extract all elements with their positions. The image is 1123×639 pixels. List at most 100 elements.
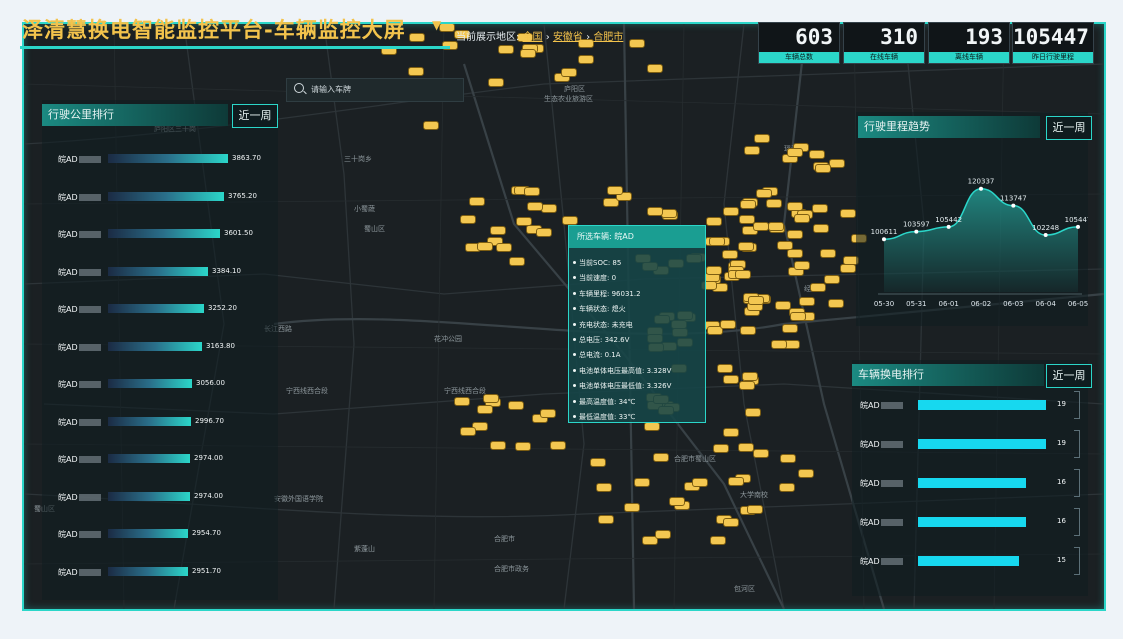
vehicle-marker-icon[interactable] (777, 241, 793, 250)
vehicle-marker-icon[interactable] (653, 453, 669, 462)
vehicle-marker-icon[interactable] (598, 515, 614, 524)
plate-search-input[interactable]: 请输入车牌 (286, 78, 464, 102)
vehicle-marker-icon[interactable] (439, 24, 455, 32)
ranking-bar[interactable] (108, 229, 220, 238)
ranking-bar[interactable] (108, 191, 224, 201)
ranking-bar[interactable] (108, 379, 192, 388)
ranking-bar[interactable] (108, 341, 202, 351)
trend-point[interactable] (1076, 224, 1080, 229)
breadcrumb-province[interactable]: 安徽省 (553, 32, 583, 43)
vehicle-marker-icon[interactable] (706, 266, 722, 275)
vehicle-marker-icon[interactable] (810, 283, 826, 292)
ranking-bar[interactable] (108, 304, 204, 313)
ranking-bar[interactable] (108, 266, 208, 276)
vehicle-marker-icon[interactable] (590, 458, 606, 467)
vehicle-marker-icon[interactable] (740, 200, 756, 209)
breadcrumb-city[interactable]: 合肥市 (593, 32, 623, 43)
trend-point[interactable] (914, 229, 919, 234)
vehicle-marker-icon[interactable] (541, 204, 557, 213)
vehicle-marker-icon[interactable] (490, 441, 506, 450)
vehicle-marker-icon[interactable] (815, 164, 831, 173)
swap-bar[interactable] (918, 439, 1046, 449)
vehicle-marker-icon[interactable] (780, 454, 796, 463)
vehicle-marker-icon[interactable] (747, 505, 763, 514)
vehicle-marker-icon[interactable] (723, 428, 739, 437)
vehicle-marker-icon[interactable] (723, 207, 739, 216)
vehicle-marker-icon[interactable] (509, 257, 525, 266)
trend-point[interactable] (979, 186, 983, 191)
vehicle-marker-icon[interactable] (739, 381, 755, 390)
vehicle-marker-icon[interactable] (740, 326, 756, 335)
vehicle-marker-icon[interactable] (477, 405, 493, 414)
vehicle-marker-icon[interactable] (661, 209, 677, 218)
vehicle-marker-icon[interactable] (508, 401, 524, 410)
vehicle-marker-icon[interactable] (779, 483, 795, 492)
vehicle-marker-icon[interactable] (655, 530, 671, 539)
ranking-bar[interactable] (108, 154, 228, 163)
vehicle-marker-icon[interactable] (840, 209, 856, 218)
trend-point[interactable] (946, 224, 951, 229)
vehicle-marker-icon[interactable] (745, 408, 761, 417)
vehicle-marker-icon[interactable] (496, 243, 512, 252)
vehicle-marker-icon[interactable] (562, 216, 578, 225)
vehicle-marker-icon[interactable] (738, 242, 754, 251)
breadcrumb-national[interactable]: 全国 (523, 32, 543, 43)
vehicle-marker-icon[interactable] (812, 204, 828, 213)
vehicle-marker-icon[interactable] (840, 264, 856, 273)
vehicle-marker-icon[interactable] (748, 296, 764, 305)
vehicle-marker-icon[interactable] (753, 222, 769, 231)
swap-bar[interactable] (918, 517, 1026, 527)
vehicle-marker-icon[interactable] (787, 249, 803, 258)
vehicle-marker-icon[interactable] (794, 261, 810, 270)
vehicle-marker-icon[interactable] (527, 202, 543, 211)
trend-point[interactable] (1011, 203, 1016, 208)
vehicle-marker-icon[interactable] (607, 186, 623, 195)
vehicle-marker-icon[interactable] (798, 469, 814, 478)
vehicle-marker-icon[interactable] (536, 228, 552, 237)
vehicle-marker-icon[interactable] (647, 207, 663, 216)
caret-down-icon[interactable]: ▼ (432, 18, 441, 32)
vehicle-marker-icon[interactable] (469, 197, 485, 206)
vehicle-marker-icon[interactable] (488, 78, 504, 87)
ranking-bar[interactable] (108, 529, 188, 538)
vehicle-marker-icon[interactable] (460, 427, 476, 436)
vehicle-marker-icon[interactable] (766, 199, 782, 208)
vehicle-marker-icon[interactable] (709, 237, 725, 246)
vehicle-marker-icon[interactable] (790, 312, 806, 321)
vehicle-marker-icon[interactable] (524, 187, 540, 196)
vehicle-marker-icon[interactable] (771, 340, 787, 349)
vehicle-marker-icon[interactable] (409, 33, 425, 42)
vehicle-marker-icon[interactable] (454, 397, 470, 406)
vehicle-marker-icon[interactable] (813, 224, 829, 233)
vehicle-marker-icon[interactable] (723, 518, 739, 527)
vehicle-marker-icon[interactable] (754, 134, 770, 143)
vehicle-marker-icon[interactable] (738, 443, 754, 452)
vehicle-marker-icon[interactable] (644, 422, 660, 431)
vehicle-marker-icon[interactable] (629, 39, 645, 48)
vehicle-marker-icon[interactable] (578, 55, 594, 64)
swap-bar[interactable] (918, 478, 1026, 488)
vehicle-marker-icon[interactable] (483, 394, 499, 403)
vehicle-marker-icon[interactable] (710, 536, 726, 545)
vehicle-marker-icon[interactable] (498, 45, 514, 54)
vehicle-marker-icon[interactable] (550, 441, 566, 450)
vehicle-marker-icon[interactable] (596, 483, 612, 492)
vehicle-marker-icon[interactable] (477, 242, 493, 251)
vehicle-marker-icon[interactable] (756, 189, 772, 198)
swap-bar[interactable] (918, 556, 1019, 566)
vehicle-marker-icon[interactable] (408, 67, 424, 76)
vehicle-marker-icon[interactable] (717, 364, 733, 373)
ranking-bar[interactable] (108, 491, 190, 501)
vehicle-marker-icon[interactable] (722, 250, 738, 259)
vehicle-marker-icon[interactable] (515, 442, 531, 451)
ranking-bar[interactable] (108, 454, 190, 463)
vehicle-marker-icon[interactable] (561, 68, 577, 77)
vehicle-marker-icon[interactable] (706, 217, 722, 226)
vehicle-marker-icon[interactable] (720, 320, 736, 329)
swap-period-button[interactable]: 近一周 (1046, 364, 1092, 388)
mileage-period-button[interactable]: 近一周 (232, 104, 278, 128)
vehicle-marker-icon[interactable] (829, 159, 845, 168)
vehicle-marker-icon[interactable] (744, 146, 760, 155)
vehicle-marker-icon[interactable] (768, 222, 784, 231)
vehicle-marker-icon[interactable] (540, 409, 556, 418)
